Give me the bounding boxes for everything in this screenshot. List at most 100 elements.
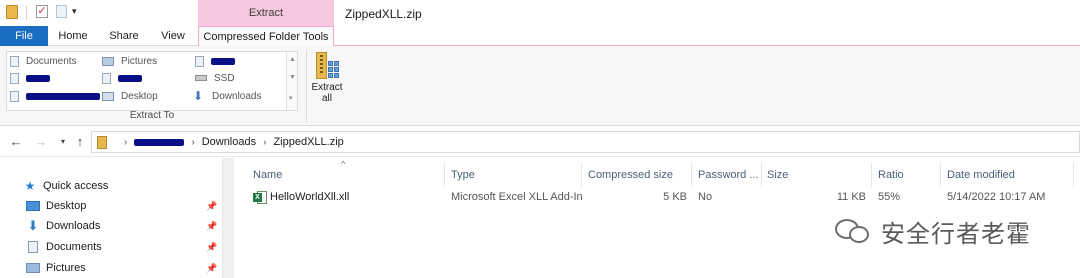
nav-item-label: Desktop bbox=[46, 200, 87, 212]
column-divider[interactable] bbox=[871, 163, 872, 187]
column-divider[interactable] bbox=[444, 163, 445, 187]
navigation-pane: ★ Quick access Desktop 📌 ⬇ Downloads 📌 D… bbox=[0, 158, 234, 278]
zip-folder-icon bbox=[97, 135, 107, 149]
document-icon bbox=[10, 55, 19, 67]
navigation-pane-scrollbar[interactable] bbox=[222, 158, 234, 278]
file-ratio: 55% bbox=[878, 191, 901, 203]
desktop-icon bbox=[26, 201, 40, 211]
gallery-item-label: Downloads bbox=[212, 90, 262, 102]
column-header-type[interactable]: Type bbox=[451, 165, 475, 185]
breadcrumb-redacted[interactable] bbox=[134, 138, 185, 146]
tab-home[interactable]: Home bbox=[48, 26, 98, 46]
column-header-name[interactable]: Name bbox=[253, 165, 282, 185]
redacted-label bbox=[118, 74, 142, 82]
desktop-icon bbox=[102, 91, 114, 101]
nav-item-quick-access[interactable]: ★ Quick access bbox=[0, 176, 222, 196]
nav-item-pictures[interactable]: Pictures 📌 bbox=[0, 258, 222, 278]
navigation-bar: ← → ▾ ↑ › › Downloads › ZippedXLL.zip bbox=[0, 127, 1080, 157]
pin-icon[interactable]: 📌 bbox=[206, 263, 217, 274]
forward-arrow-icon[interactable]: → bbox=[33, 134, 49, 149]
context-tab-group-extract: Extract bbox=[198, 0, 334, 26]
gallery-item-pictures[interactable]: Pictures bbox=[102, 53, 157, 69]
nav-item-label: Downloads bbox=[46, 220, 101, 232]
redacted-label bbox=[26, 92, 100, 100]
gallery-item-ssd[interactable]: SSD bbox=[195, 70, 235, 86]
tab-view[interactable]: View bbox=[150, 26, 196, 46]
column-header-date-modified[interactable]: Date modified bbox=[947, 165, 1015, 185]
tab-file[interactable]: File bbox=[0, 26, 48, 46]
column-divider[interactable] bbox=[581, 163, 582, 187]
ribbon-group-divider bbox=[306, 50, 307, 122]
ribbon-tab-row: File Home Share View Compressed Folder T… bbox=[0, 26, 1080, 47]
folder-icon bbox=[6, 5, 18, 19]
back-arrow-icon[interactable]: ← bbox=[8, 134, 24, 149]
extract-to-gallery: Documents Pictures SSD Desktop ⬇ Downloa… bbox=[6, 51, 298, 111]
new-folder-icon[interactable] bbox=[56, 5, 67, 18]
download-arrow-icon: ⬇ bbox=[193, 89, 204, 103]
column-header-size[interactable]: Size bbox=[767, 165, 788, 185]
gallery-item-label: Pictures bbox=[121, 55, 158, 67]
gallery-item-desktop[interactable]: Desktop bbox=[102, 88, 158, 104]
breadcrumb-chevron-icon[interactable]: › bbox=[263, 137, 266, 148]
document-icon bbox=[28, 241, 38, 253]
file-size: 11 KB bbox=[836, 191, 866, 203]
pin-icon[interactable]: 📌 bbox=[206, 242, 217, 253]
gallery-item-redacted-3[interactable] bbox=[102, 70, 142, 86]
document-icon bbox=[10, 72, 19, 84]
redacted-label bbox=[26, 74, 50, 82]
table-row[interactable]: X HelloWorldXll.xll Microsoft Excel XLL … bbox=[247, 188, 1080, 206]
extract-all-icon bbox=[316, 52, 339, 80]
gallery-item-redacted-4[interactable] bbox=[10, 88, 100, 104]
recent-locations-chevron-icon[interactable]: ▾ bbox=[55, 137, 71, 146]
file-compressed-size: 5 KB bbox=[663, 191, 687, 203]
star-icon: ★ bbox=[24, 179, 36, 193]
pictures-icon bbox=[26, 263, 40, 273]
gallery-item-redacted-2[interactable] bbox=[10, 70, 50, 86]
up-arrow-icon[interactable]: ↑ bbox=[72, 134, 88, 149]
breadcrumb-chevron-icon[interactable]: › bbox=[124, 137, 127, 148]
gallery-item-downloads[interactable]: ⬇ Downloads bbox=[193, 88, 261, 104]
tab-compressed-folder-tools[interactable]: Compressed Folder Tools bbox=[198, 26, 334, 47]
gallery-expand-icon[interactable]: ▾ bbox=[289, 94, 293, 102]
nav-item-desktop[interactable]: Desktop 📌 bbox=[0, 196, 222, 216]
redacted-label bbox=[211, 57, 235, 65]
document-icon bbox=[102, 72, 111, 84]
column-divider[interactable] bbox=[1073, 163, 1074, 187]
ribbon-panel: Documents Pictures SSD Desktop ⬇ Downloa… bbox=[0, 46, 1080, 126]
breadcrumb-zippedxll[interactable]: ZippedXLL.zip bbox=[273, 136, 343, 148]
title-bar: ✓ ▾ Extract ZippedXLL.zip bbox=[0, 0, 1080, 26]
properties-icon[interactable]: ✓ bbox=[36, 5, 48, 18]
pin-icon[interactable]: 📌 bbox=[206, 221, 217, 232]
file-name-cell[interactable]: X HelloWorldXll.xll bbox=[253, 188, 349, 206]
column-header-compressed-size[interactable]: Compressed size bbox=[588, 165, 673, 185]
column-divider[interactable] bbox=[761, 163, 762, 187]
breadcrumb-downloads[interactable]: Downloads bbox=[202, 136, 256, 148]
tab-share[interactable]: Share bbox=[98, 26, 150, 46]
watermark: 安全行者老霍 bbox=[833, 213, 1031, 249]
nav-item-label: Quick access bbox=[43, 180, 109, 192]
nav-item-documents[interactable]: Documents 📌 bbox=[0, 237, 222, 257]
address-bar[interactable]: › › Downloads › ZippedXLL.zip bbox=[91, 131, 1080, 153]
drive-icon bbox=[195, 75, 207, 81]
nav-item-label: Pictures bbox=[46, 262, 86, 274]
column-header-password[interactable]: Password ... bbox=[698, 165, 759, 185]
gallery-item-label: Desktop bbox=[121, 90, 158, 102]
nav-item-label: Documents bbox=[46, 241, 102, 253]
gallery-scroll-down-icon[interactable]: ▼ bbox=[289, 74, 296, 81]
breadcrumb-chevron-icon[interactable]: › bbox=[191, 137, 194, 148]
column-divider[interactable] bbox=[940, 163, 941, 187]
document-icon bbox=[195, 55, 204, 67]
gallery-item-documents[interactable]: Documents bbox=[10, 53, 77, 69]
column-divider[interactable] bbox=[691, 163, 692, 187]
extract-all-button[interactable]: Extract all bbox=[310, 51, 344, 111]
nav-item-downloads[interactable]: ⬇ Downloads 📌 bbox=[0, 216, 222, 236]
gallery-scrollbar[interactable]: ▲ ▼ ▾ bbox=[286, 52, 297, 110]
column-header-ratio[interactable]: Ratio bbox=[878, 165, 904, 185]
gallery-item-label: SSD bbox=[214, 72, 235, 84]
file-date-modified: 5/14/2022 10:17 AM bbox=[947, 191, 1046, 203]
customize-toolbar-dropdown-icon[interactable]: ▾ bbox=[72, 6, 77, 17]
pin-icon[interactable]: 📌 bbox=[206, 201, 217, 212]
gallery-item-redacted-1[interactable] bbox=[195, 53, 235, 69]
gallery-scroll-up-icon[interactable]: ▲ bbox=[289, 56, 296, 63]
document-icon bbox=[10, 90, 19, 102]
